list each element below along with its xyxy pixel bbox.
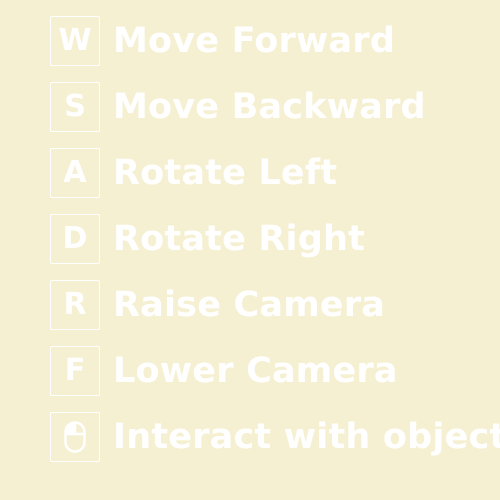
key-f: F bbox=[50, 346, 100, 396]
action-move-backward: Move Backward bbox=[113, 86, 426, 127]
control-row-rotate-right: D Rotate Right bbox=[50, 214, 500, 264]
control-row-lower-camera: F Lower Camera bbox=[50, 346, 500, 396]
key-r: R bbox=[50, 280, 100, 330]
key-s: S bbox=[50, 82, 100, 132]
action-raise-camera: Raise Camera bbox=[113, 284, 386, 325]
action-rotate-right: Rotate Right bbox=[113, 218, 366, 259]
action-rotate-left: Rotate Left bbox=[113, 152, 338, 193]
controls-legend: W Move Forward S Move Backward A Rotate … bbox=[50, 16, 500, 478]
mouse-icon bbox=[64, 421, 86, 453]
key-d: D bbox=[50, 214, 100, 264]
control-row-rotate-left: A Rotate Left bbox=[50, 148, 500, 198]
control-row-raise-camera: R Raise Camera bbox=[50, 280, 500, 330]
action-move-forward: Move Forward bbox=[113, 20, 396, 61]
key-mouse bbox=[50, 412, 100, 462]
key-w: W bbox=[50, 16, 100, 66]
control-row-move-forward: W Move Forward bbox=[50, 16, 500, 66]
key-a: A bbox=[50, 148, 100, 198]
control-row-move-backward: S Move Backward bbox=[50, 82, 500, 132]
control-row-interact: Interact with object bbox=[50, 412, 500, 462]
action-interact-with-object: Interact with object bbox=[113, 416, 500, 457]
action-lower-camera: Lower Camera bbox=[113, 350, 398, 391]
